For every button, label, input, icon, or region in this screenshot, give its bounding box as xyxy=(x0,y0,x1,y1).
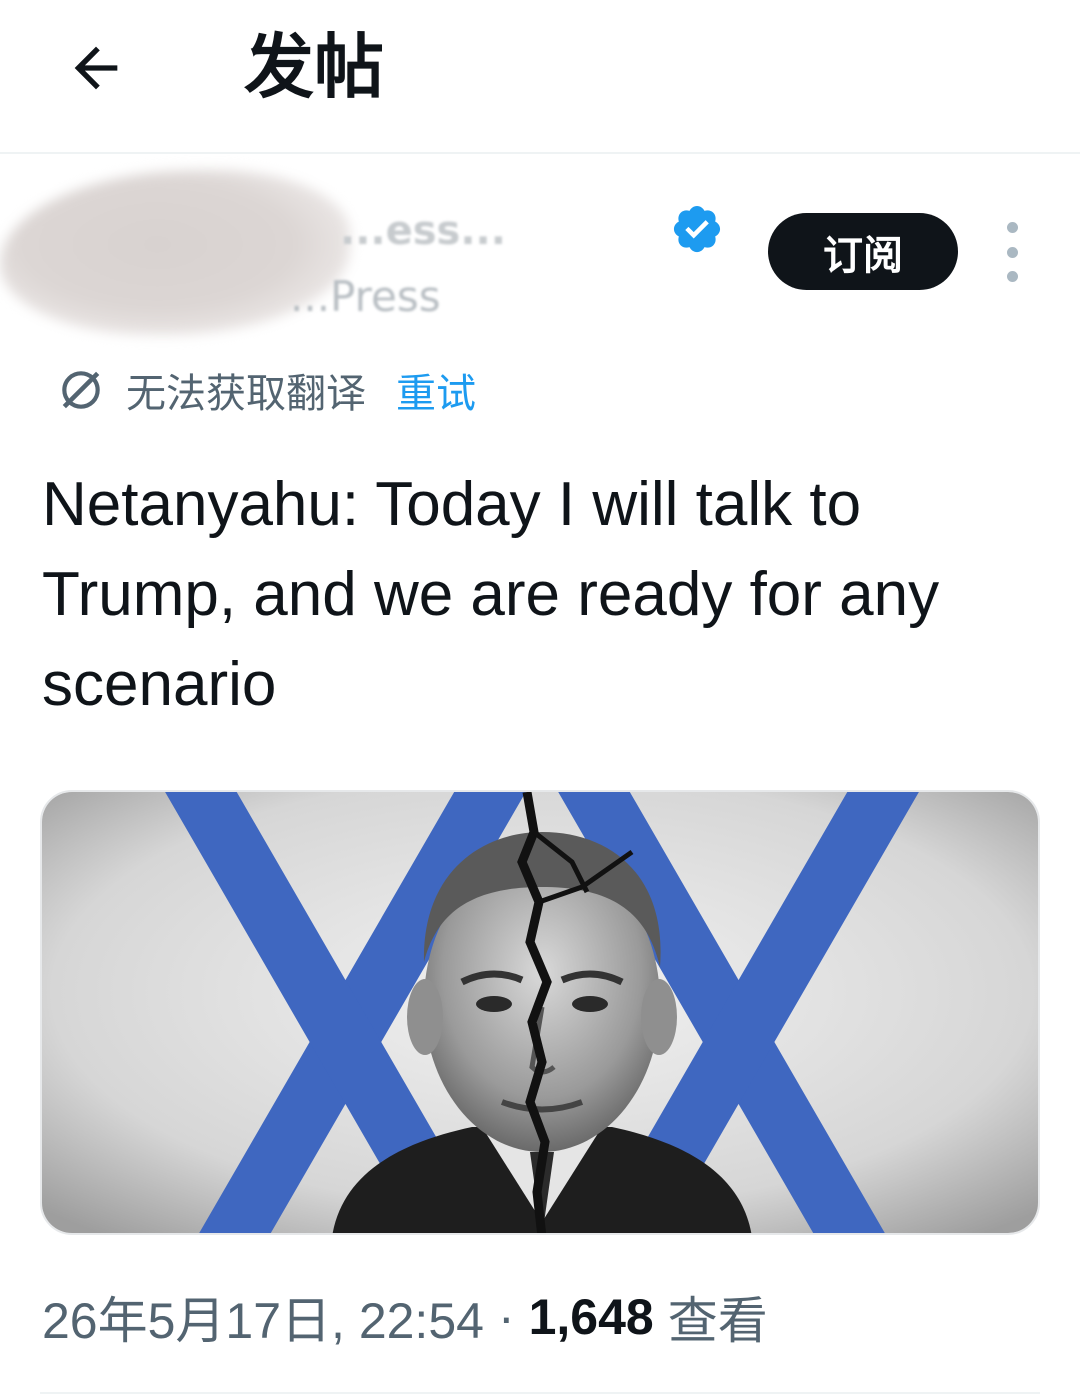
translation-error-text: 无法获取翻译 xyxy=(126,371,366,417)
netanyahu-photo-image xyxy=(42,792,1038,1233)
divider xyxy=(40,1392,1040,1394)
top-bar: 发帖 xyxy=(0,0,1080,154)
subscribe-button[interactable]: 订阅 xyxy=(768,213,958,290)
more-options-button[interactable] xyxy=(990,222,1034,282)
views-label: 查看 xyxy=(667,1293,768,1349)
tweet-text: Netanyahu: Today I will talk to Trump, a… xyxy=(42,470,940,719)
author-handle: ...Press xyxy=(290,272,441,321)
tweet-image[interactable] xyxy=(40,790,1040,1235)
retry-translation-link[interactable]: 重试 xyxy=(396,361,476,419)
tweet-timestamp[interactable]: 26年5月17日, 22:54 xyxy=(42,1281,484,1353)
page-title: 发帖 xyxy=(244,26,384,108)
views-count: 1,648 xyxy=(528,1289,654,1345)
back-button[interactable] xyxy=(56,28,136,108)
tweet-meta: 26年5月17日, 22:54 · 1,648 查看 xyxy=(42,1282,768,1352)
meta-separator: · xyxy=(497,1289,515,1345)
arrow-left-icon xyxy=(74,46,118,90)
author-row: ...ess... ...Press 订阅 xyxy=(0,160,1080,340)
more-vertical-icon xyxy=(1006,222,1018,233)
translation-status: 无法获取翻译 重试 xyxy=(56,360,476,420)
author-name[interactable]: ...ess... xyxy=(340,208,506,254)
translate-off-icon xyxy=(62,371,100,409)
verified-badge-icon xyxy=(673,205,721,253)
